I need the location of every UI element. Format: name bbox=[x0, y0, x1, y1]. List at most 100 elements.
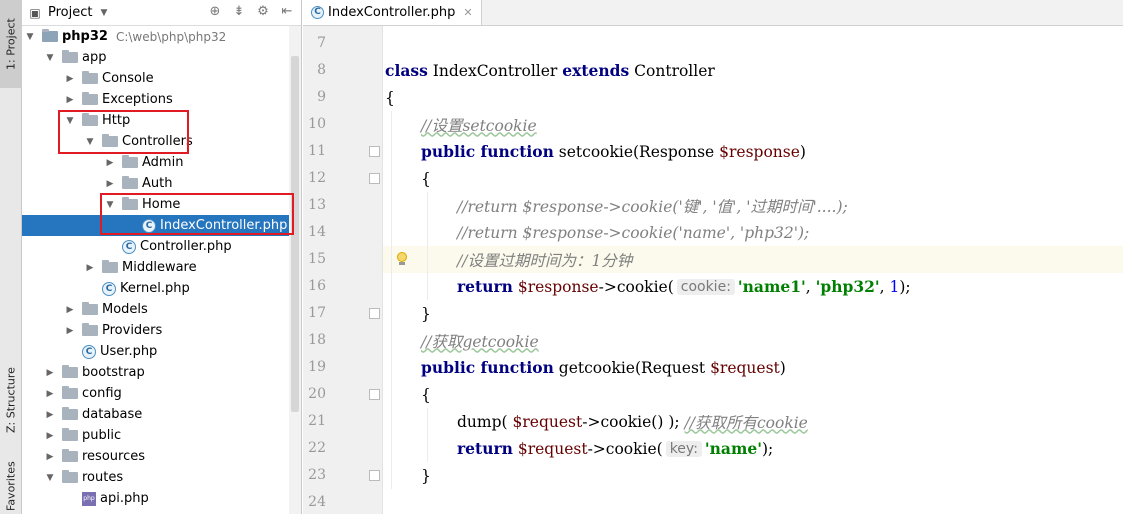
chevron-down-icon[interactable]: ▼ bbox=[64, 116, 76, 126]
chevron-down-icon[interactable]: ▼ bbox=[100, 8, 107, 18]
tree-item-public[interactable]: ▶ public bbox=[22, 425, 290, 446]
parameter-hint: cookie: bbox=[676, 278, 735, 295]
chevron-down-icon[interactable]: ▼ bbox=[44, 473, 56, 483]
code-line[interactable]: dump( $request ->cookie() ); //获取所有cookie bbox=[383, 408, 1123, 435]
code-line[interactable]: public function getcookie(Request $reque… bbox=[383, 354, 1123, 381]
code-line[interactable]: return $request ->cookie(key:'name'); bbox=[383, 435, 1123, 462]
lightbulb-icon[interactable] bbox=[396, 252, 408, 266]
tree-item-providers[interactable]: ▶ Providers bbox=[22, 320, 290, 341]
code-line[interactable]: { bbox=[383, 165, 1123, 192]
tree-item-label: public bbox=[82, 428, 122, 443]
tree-item-label: Kernel.php bbox=[120, 281, 190, 296]
tree-item-label: php32 bbox=[62, 29, 108, 44]
fold-marker-icon[interactable] bbox=[369, 389, 380, 400]
chevron-right-icon[interactable]: ▶ bbox=[64, 95, 76, 105]
code-token: $request bbox=[710, 358, 780, 377]
tree-item-label: Auth bbox=[142, 176, 173, 191]
tree-item-config[interactable]: ▶ config bbox=[22, 383, 290, 404]
tree-item-http[interactable]: ▼ Http bbox=[22, 110, 290, 131]
line-number: 11 bbox=[308, 143, 326, 159]
code-line[interactable]: //获取getcookie bbox=[383, 327, 1123, 354]
code-area[interactable]: class IndexController extends Controller… bbox=[383, 26, 1123, 514]
chevron-right-icon[interactable]: ▶ bbox=[104, 179, 116, 189]
chevron-down-icon[interactable]: ▼ bbox=[24, 32, 36, 42]
tree-item-php32[interactable]: ▼ php32 C:\web\php\php32 bbox=[22, 26, 290, 47]
tree-item-user-php[interactable]: ▶CUser.php bbox=[22, 341, 290, 362]
project-view-selector[interactable]: Project bbox=[48, 5, 92, 20]
code-line[interactable]: //return $response->cookie('键', '值', '过期… bbox=[383, 192, 1123, 219]
code-line[interactable]: //设置过期时间为：1分钟 bbox=[383, 246, 1123, 273]
favorites-tool-tab[interactable]: Favorites bbox=[0, 458, 22, 514]
indent-guide bbox=[391, 138, 392, 165]
chevron-right-icon[interactable]: ▶ bbox=[64, 305, 76, 315]
project-tool-tab[interactable]: 1: Project bbox=[0, 0, 22, 88]
line-number: 23 bbox=[308, 467, 326, 483]
chevron-down-icon[interactable]: ▼ bbox=[44, 53, 56, 63]
hide-panel-icon[interactable]: ⇤ bbox=[279, 4, 295, 19]
tree-item-api-php[interactable]: ▶phpapi.php bbox=[22, 488, 290, 509]
fold-marker-icon[interactable] bbox=[369, 173, 380, 184]
close-icon[interactable]: ✕ bbox=[463, 6, 472, 19]
structure-tool-tab[interactable]: Z: Structure bbox=[0, 358, 22, 442]
editor-tab-indexcontroller[interactable]: C IndexController.php ✕ bbox=[303, 0, 482, 25]
tree-item-exceptions[interactable]: ▶ Exceptions bbox=[22, 89, 290, 110]
chevron-right-icon[interactable]: ▶ bbox=[104, 158, 116, 168]
code-token: extends bbox=[562, 61, 630, 80]
chevron-right-icon[interactable]: ▶ bbox=[64, 326, 76, 336]
indent-guide bbox=[391, 300, 392, 327]
collapse-all-icon[interactable]: ⇟ bbox=[231, 4, 247, 19]
chevron-right-icon[interactable]: ▶ bbox=[64, 74, 76, 84]
line-number: 22 bbox=[308, 440, 326, 456]
tree-item-auth[interactable]: ▶ Auth bbox=[22, 173, 290, 194]
code-line[interactable]: //设置setcookie bbox=[383, 111, 1123, 138]
code-line[interactable]: } bbox=[383, 462, 1123, 489]
tree-item-routes[interactable]: ▼ routes bbox=[22, 467, 290, 488]
chevron-right-icon[interactable]: ▶ bbox=[84, 263, 96, 273]
tree-item-controllers[interactable]: ▼ Controllers bbox=[22, 131, 290, 152]
tree-item-database[interactable]: ▶ database bbox=[22, 404, 290, 425]
code-line[interactable]: } bbox=[383, 300, 1123, 327]
gear-icon[interactable]: ⚙ bbox=[255, 4, 271, 19]
chevron-down-icon[interactable]: ▼ bbox=[104, 200, 116, 210]
code-line[interactable] bbox=[383, 30, 1123, 57]
code-line[interactable] bbox=[383, 489, 1123, 516]
tree-item-kernel-php[interactable]: ▶CKernel.php bbox=[22, 278, 290, 299]
folder-icon bbox=[62, 50, 78, 63]
indent-guide bbox=[391, 381, 392, 408]
tree-item-label: resources bbox=[82, 449, 146, 464]
indent-guide bbox=[427, 408, 428, 435]
tree-item-controller-php[interactable]: ▶CController.php bbox=[22, 236, 290, 257]
locate-icon[interactable]: ⊕ bbox=[207, 4, 223, 19]
code-line[interactable]: { bbox=[383, 84, 1123, 111]
chevron-right-icon[interactable]: ▶ bbox=[44, 368, 56, 378]
code-line[interactable]: { bbox=[383, 381, 1123, 408]
tree-item-label: User.php bbox=[100, 344, 158, 359]
code-line[interactable]: //return $response->cookie('name', 'php3… bbox=[383, 219, 1123, 246]
tree-item-models[interactable]: ▶ Models bbox=[22, 299, 290, 320]
chevron-right-icon[interactable]: ▶ bbox=[44, 431, 56, 441]
tree-item-label: Models bbox=[102, 302, 148, 317]
folder-icon bbox=[62, 365, 78, 378]
code-token: IndexController bbox=[427, 61, 563, 80]
tree-item-app[interactable]: ▼ app bbox=[22, 47, 290, 68]
chevron-right-icon[interactable]: ▶ bbox=[44, 410, 56, 420]
tree-item-middleware[interactable]: ▶ Middleware bbox=[22, 257, 290, 278]
tree-item-home[interactable]: ▼ Home bbox=[22, 194, 290, 215]
tree-item-admin[interactable]: ▶ Admin bbox=[22, 152, 290, 173]
tree-item-label: bootstrap bbox=[82, 365, 145, 380]
chevron-down-icon[interactable]: ▼ bbox=[84, 137, 96, 147]
chevron-right-icon[interactable]: ▶ bbox=[44, 452, 56, 462]
line-number: 7 bbox=[317, 35, 326, 51]
tree-item-resources[interactable]: ▶ resources bbox=[22, 446, 290, 467]
fold-marker-icon[interactable] bbox=[369, 308, 380, 319]
code-line[interactable]: return $response ->cookie(cookie:'name1',… bbox=[383, 273, 1123, 300]
tree-item-console[interactable]: ▶ Console bbox=[22, 68, 290, 89]
code-line[interactable]: class IndexController extends Controller bbox=[383, 57, 1123, 84]
tree-item-bootstrap[interactable]: ▶ bootstrap bbox=[22, 362, 290, 383]
tree-item-indexcontroller-php[interactable]: ▶CIndexController.php bbox=[22, 215, 290, 236]
code-line[interactable]: public function setcookie(Response $resp… bbox=[383, 138, 1123, 165]
indent-guide bbox=[391, 462, 392, 489]
fold-marker-icon[interactable] bbox=[369, 470, 380, 481]
fold-marker-icon[interactable] bbox=[369, 146, 380, 157]
chevron-right-icon[interactable]: ▶ bbox=[44, 389, 56, 399]
